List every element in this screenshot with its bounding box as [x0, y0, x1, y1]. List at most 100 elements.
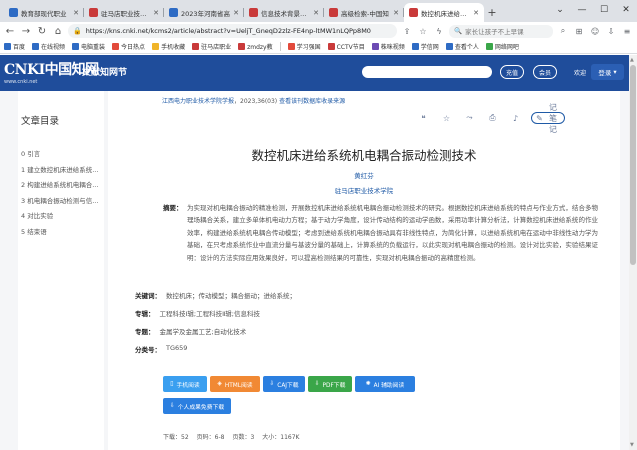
recharge-button[interactable]: 充值 [500, 65, 524, 79]
topic-row: 专题： 金属学及金属工艺;自动化技术 [135, 328, 247, 336]
bookmark-item[interactable]: 百度 [4, 42, 25, 51]
cite-icon[interactable]: ❝ [416, 112, 431, 124]
home-button[interactable]: ⌂ [52, 26, 64, 37]
article-panel: 江西电力职业技术学院学报，2023,36(03) 查看该刊数据库收录来源 ❝ ☆… [108, 91, 620, 450]
browser-tab-3[interactable]: 2023年河南省高 ✕ [164, 3, 244, 22]
bookmark-item[interactable]: 网络网吧 [485, 42, 519, 51]
bookmarks-bar: 百度 在线视频 电脑重装 今日热点 手机收藏 驻马店职业 zmdzy教 学习强国… [0, 40, 637, 54]
maximize-button[interactable]: ☐ [593, 0, 615, 20]
close-icon[interactable]: ✕ [473, 9, 479, 17]
bookmark-item[interactable]: 查看个人 [445, 42, 479, 51]
site-header: CNKI中国知网 www.cnki.net 文献知网节 充值 会员 欢迎 登录 ▾ [0, 55, 629, 91]
download-icon: ⇩ [314, 381, 320, 387]
favorite-icon[interactable]: ☆ [439, 112, 454, 124]
brand-title: 文献知网节 [82, 68, 128, 78]
toc-item[interactable]: 2 构建进给系统机电耦合... [21, 178, 101, 194]
browser-tab-6[interactable]: 数控机床进给系统 ✕ [404, 3, 484, 22]
personal-download-button[interactable]: ⇩ 个人成果免费下载 [163, 398, 231, 414]
bookmark-item[interactable]: 株咪视频 [371, 42, 405, 51]
browser-tab-1[interactable]: 教育部现代职业 ✕ [4, 3, 84, 22]
page-scrollbar[interactable]: ▲ ▼ [629, 55, 637, 450]
browser-tab-2[interactable]: 驻马店职业技术学 ✕ [84, 3, 164, 22]
url-field[interactable]: 🔒 https://kns.cnki.net/kcms2/article/abs… [68, 24, 397, 38]
bookmark-item[interactable]: 在线视频 [32, 42, 65, 51]
ai-icon: ✺ [365, 381, 371, 387]
user-icon[interactable]: ☺ [589, 27, 601, 36]
lock-icon: 🔒 [73, 27, 82, 35]
search-icon[interactable]: ⌕ [557, 26, 569, 36]
menu-icon[interactable]: ≡ [621, 27, 633, 36]
bookmark-item[interactable]: 今日热点 [112, 42, 145, 51]
organization-link[interactable]: 驻马店职业技术学院 [108, 185, 620, 195]
caj-download-button[interactable]: ⇩ CAJ下载 [263, 376, 305, 392]
edit-icon: ✎ [536, 113, 543, 123]
bookmark-item[interactable]: 学习强国 [287, 42, 321, 51]
header-search-input[interactable] [362, 66, 492, 78]
download-icon: ⇩ [169, 403, 175, 409]
tab-favicon-icon [409, 8, 418, 17]
login-button[interactable]: 登录 ▾ [591, 64, 624, 80]
toc-item[interactable]: 3 机电耦合振动检测与信... [21, 194, 101, 210]
toc-item[interactable]: 0 引言 [21, 147, 101, 163]
note-button[interactable]: ✎ 记笔记 [531, 103, 565, 134]
ai-read-button[interactable]: ✺ AI 辅助阅读 [355, 376, 415, 392]
bookmark-folder[interactable]: 手机收藏 [152, 42, 185, 51]
html-read-button[interactable]: ◈ HTML阅读 [210, 376, 260, 392]
bookmark-item[interactable]: 电脑重装 [72, 42, 105, 51]
new-tab-button[interactable]: + [484, 3, 500, 22]
toc-item[interactable]: 1 建立数控机床进给系统... [21, 163, 101, 179]
abstract: 摘要： 为实现对机电耦合振动的精准检测，开展数控机床进给系统机电耦合振动检测技术… [163, 202, 598, 264]
hot-icon [112, 43, 120, 50]
share-icon[interactable]: ⤳ [462, 112, 477, 124]
reload-button[interactable]: ↻ [36, 26, 48, 37]
forward-button[interactable]: → [20, 26, 32, 37]
browser-tab-5[interactable]: 高级检索-中国知 ✕ [324, 3, 404, 22]
journal-link[interactable]: 江西电力职业技术学院学报 [162, 98, 234, 105]
back-button[interactable]: ← [4, 26, 16, 37]
folder-icon [152, 43, 160, 50]
chevron-down-icon[interactable]: ⌄ [549, 0, 571, 20]
close-icon[interactable]: ✕ [73, 9, 79, 17]
download-icon[interactable]: ⇩ [605, 27, 617, 36]
url-text: https://kns.cnki.net/kcms2/article/abstr… [85, 27, 371, 35]
author-link[interactable]: 黄红芬 [108, 170, 620, 180]
bookmark-item[interactable]: 驻马店职业 [192, 42, 231, 51]
toc-item[interactable]: 4 对比实验 [21, 209, 101, 225]
bookmark-item[interactable]: 学信网 [411, 42, 439, 51]
tab-favicon-icon [89, 8, 98, 17]
scroll-down-icon[interactable]: ▼ [630, 442, 634, 448]
article-stats: 下载：52 页码：6-8 页数：3 大小：1167K [163, 432, 300, 441]
chevron-down-icon: ▾ [613, 68, 617, 76]
browser-tab-4[interactable]: 信息技术背景下社 ✕ [244, 3, 324, 22]
close-icon[interactable]: ✕ [393, 9, 399, 17]
close-window-button[interactable]: ✕ [615, 0, 637, 20]
minimize-button[interactable]: — [571, 0, 593, 20]
database-source-link[interactable]: 查看该刊数据库收录来源 [279, 98, 345, 105]
bookmark-item[interactable]: CCTV节目 [327, 42, 365, 51]
article-title: 数控机床进给系统机电耦合振动检测技术 [251, 148, 477, 163]
scroll-up-icon[interactable]: ▲ [630, 57, 634, 63]
close-icon[interactable]: ✕ [153, 9, 159, 17]
download-buttons: ▯ 手机阅读 ◈ HTML阅读 ⇩ CAJ下载 ⇩ PDF下载 ✺ AI 辅助阅读 [163, 376, 415, 392]
keywords-links[interactable]: 数控机床；传动模型；耦合振动；进给系统； [166, 290, 296, 300]
mobile-read-button[interactable]: ▯ 手机阅读 [163, 376, 207, 392]
star-icon[interactable]: ☆ [417, 27, 429, 36]
star-icon [287, 43, 295, 50]
classification-row: 分类号： TG659 [135, 344, 188, 354]
main-content: 文章目录 0 引言 1 建立数控机床进给系统... 2 构建进给系统机电耦合..… [0, 91, 629, 450]
toc-list: 0 引言 1 建立数控机床进给系统... 2 构建进给系统机电耦合... 3 机… [21, 147, 104, 240]
close-icon[interactable]: ✕ [233, 9, 239, 17]
extensions-icon[interactable]: ⊞ [573, 27, 585, 36]
notify-icon[interactable]: ♪ [508, 112, 523, 124]
print-icon[interactable]: ⎙ [485, 112, 500, 124]
side-search-field[interactable]: 🔍 家长让孩子不上早课 [449, 24, 553, 38]
member-button[interactable]: 会员 [533, 65, 557, 79]
abstract-label: 摘要： [163, 204, 183, 212]
share-icon[interactable]: ⇪ [401, 27, 413, 36]
lightning-icon[interactable]: ϟ [433, 27, 445, 36]
pdf-download-button[interactable]: ⇩ PDF下载 [308, 376, 352, 392]
bookmark-item[interactable]: zmdzy教 [238, 42, 273, 51]
toc-item[interactable]: 5 结束语 [21, 225, 101, 241]
scroll-thumb[interactable] [630, 65, 636, 265]
close-icon[interactable]: ✕ [313, 9, 319, 17]
